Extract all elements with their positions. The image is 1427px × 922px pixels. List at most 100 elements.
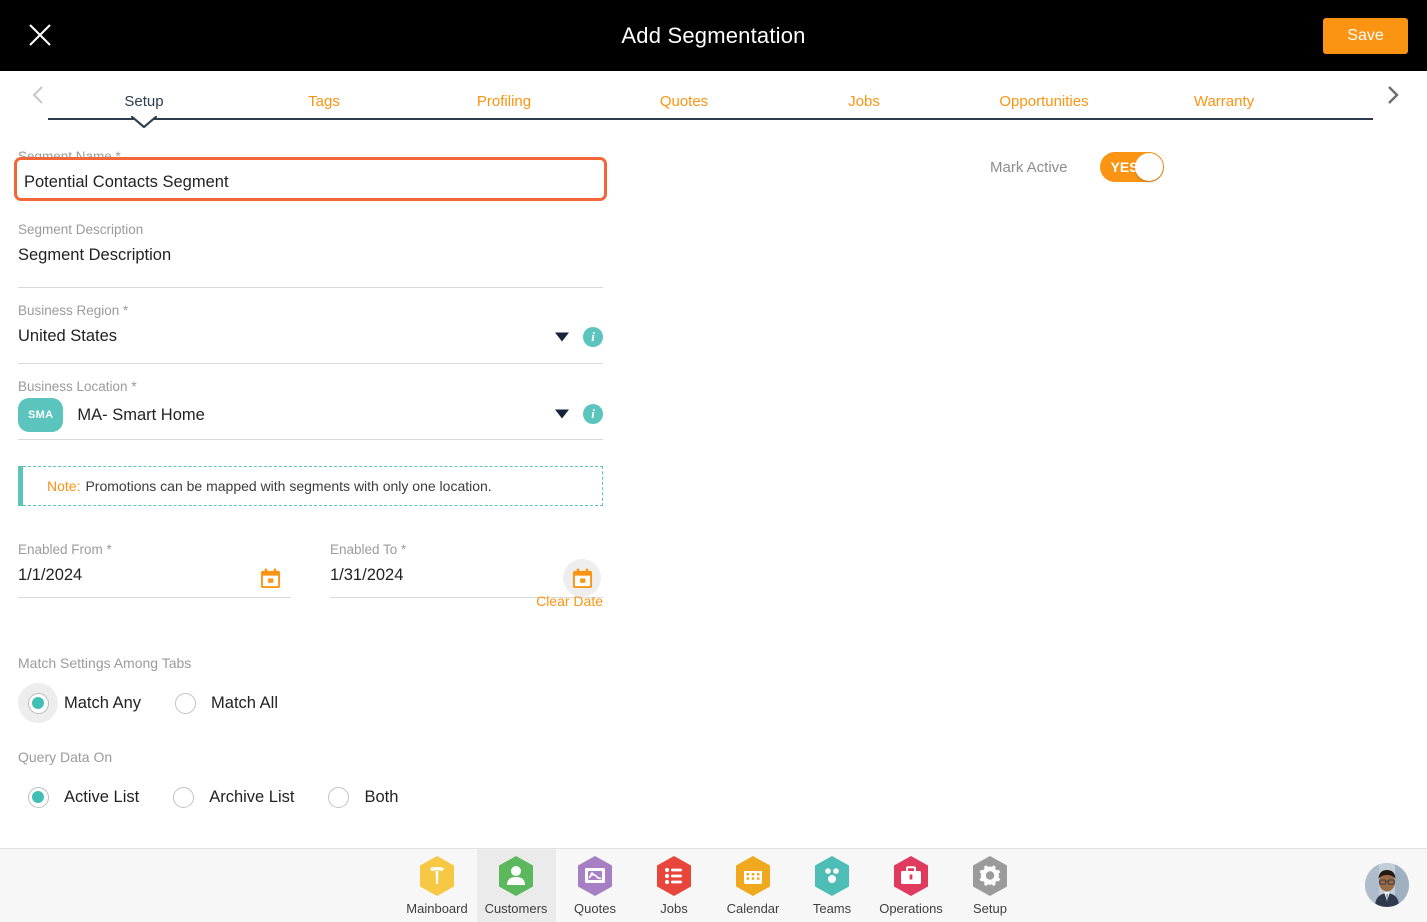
query-data-on-radio-group: Active List Archive List Both [18,777,603,817]
tab-opportunities[interactable]: Opportunities [999,93,1088,110]
customers-icon [497,855,535,897]
calendar-icon[interactable] [563,559,601,597]
user-avatar[interactable] [1365,863,1409,907]
calendar-icon [734,855,772,897]
chevron-down-icon[interactable] [555,409,569,419]
segment-name-label: Segment Name * [18,149,121,164]
enabled-to-field[interactable]: Enabled To * 1/31/2024 Clear Date [330,539,603,609]
nav-item-quotes[interactable]: Quotes [556,849,635,922]
mark-active-toggle[interactable]: YES [1099,152,1164,182]
radio-checked-icon [27,692,49,714]
nav-item-teams[interactable]: Teams [793,849,872,922]
nav-item-jobs[interactable]: Jobs [635,849,714,922]
business-region-label: Business Region * [18,303,129,318]
radio-archive-list[interactable]: Archive List [163,777,318,817]
field-underline [18,439,603,440]
radio-dot [32,791,44,803]
radio-label: Archive List [209,787,295,806]
segment-description-input[interactable]: Segment Description [18,241,603,269]
nav-item-operations[interactable]: Operations [872,849,951,922]
chevron-right-icon[interactable] [1372,71,1412,119]
radio-label: Match All [211,693,278,712]
page-title: Add Segmentation [621,22,806,48]
radio-both[interactable]: Both [318,777,422,817]
toggle-knob [1134,153,1163,181]
radio-button[interactable] [165,683,205,723]
field-underline [18,363,603,364]
radio-match-any[interactable]: Match Any [18,683,165,723]
tab-warranty[interactable]: Warranty [1194,93,1254,110]
nav-item-label: Quotes [574,901,616,916]
segment-name-field[interactable]: Segment Name * Potential Contacts Segmen… [14,146,607,209]
nav-item-label: Calendar [726,901,780,916]
setup-form: Segment Name * Potential Contacts Segmen… [14,146,607,817]
save-button[interactable]: Save [1323,18,1408,54]
radio-button[interactable] [318,777,358,817]
tab-list: Setup Tags Profiling Quotes Jobs Opportunitie… [48,71,1373,124]
date-range-row: Enabled From * 1/1/2024 Enabled To * 1/3… [18,539,603,629]
radio-button[interactable] [18,777,58,817]
tab-jobs[interactable]: Jobs [848,93,880,110]
business-location-label: Business Location * [18,379,137,394]
info-icon[interactable]: i [583,327,603,347]
enabled-from-label: Enabled From * [18,542,112,557]
jobs-icon [655,855,693,897]
field-underline [18,597,291,598]
add-segmentation-screen: Add Segmentation Save Setup Tags Profiling… [0,0,1427,922]
info-icon[interactable]: i [583,404,603,424]
enabled-to-label: Enabled To * [330,542,407,557]
note-banner: Note: Promotions can be mapped with segm… [18,466,603,506]
radio-label: Match Any [64,693,142,712]
radio-unchecked-icon [172,786,194,808]
mark-active-control: Mark Active YES [990,152,1164,182]
nav-item-calendar[interactable]: Calendar [714,849,793,922]
tab-underline [48,118,1373,120]
match-settings-radio-group: Match Any Match All [18,683,603,723]
gear-icon [971,855,1009,897]
radio-button[interactable] [18,683,58,723]
tab-quotes[interactable]: Quotes [660,93,708,110]
mark-active-label: Mark Active [990,158,1068,176]
field-underline [18,287,603,288]
nav-item-customers[interactable]: Customers [476,849,556,922]
quotes-icon [576,855,614,897]
nav-item-setup[interactable]: Setup [951,849,1030,922]
radio-label: Active List [64,787,140,806]
enabled-from-field[interactable]: Enabled From * 1/1/2024 [18,539,291,598]
nav-item-label: Mainboard [406,901,468,916]
match-settings-title: Match Settings Among Tabs [18,655,192,671]
title-bar: Add Segmentation Save [0,0,1427,71]
tab-tags[interactable]: Tags [308,93,340,110]
mainboard-icon [418,855,456,897]
radio-active-list[interactable]: Active List [18,777,163,817]
segment-description-label: Segment Description [18,222,144,237]
tab-profiling[interactable]: Profiling [477,93,531,110]
nav-item-label: Customers [484,901,548,916]
business-location-value[interactable]: MA- Smart Home [77,401,204,429]
operations-icon [892,855,930,897]
radio-unchecked-icon [174,692,196,714]
tab-bar: Setup Tags Profiling Quotes Jobs Opportunitie… [0,71,1427,128]
query-data-on-title: Query Data On [18,749,113,765]
clear-date-button[interactable]: Clear Date [536,593,603,609]
enabled-from-input[interactable]: 1/1/2024 [18,561,291,589]
note-text: Promotions can be mapped with segments w… [85,478,492,494]
nav-item-mainboard[interactable]: Mainboard [398,849,477,922]
business-location-field[interactable]: Business Location * SMA MA- Smart Home i [18,376,603,440]
nav-item-label: Jobs [660,901,688,916]
radio-button[interactable] [163,777,203,817]
teams-icon [813,855,851,897]
enabled-to-input[interactable]: 1/31/2024 [330,561,603,589]
chevron-down-icon[interactable] [555,332,569,342]
nav-item-label: Teams [812,901,852,916]
business-region-field[interactable]: Business Region * United States i [18,300,603,364]
segment-name-input[interactable]: Potential Contacts Segment [18,168,603,196]
nav-item-label: Operations [879,901,943,916]
segment-description-field[interactable]: Segment Description Segment Description [18,219,603,288]
radio-checked-icon [27,786,49,808]
calendar-icon[interactable] [251,559,289,597]
tab-setup[interactable]: Setup [124,93,163,110]
business-region-value[interactable]: United States [18,322,603,350]
radio-unchecked-icon [327,786,349,808]
radio-match-all[interactable]: Match All [165,683,302,723]
